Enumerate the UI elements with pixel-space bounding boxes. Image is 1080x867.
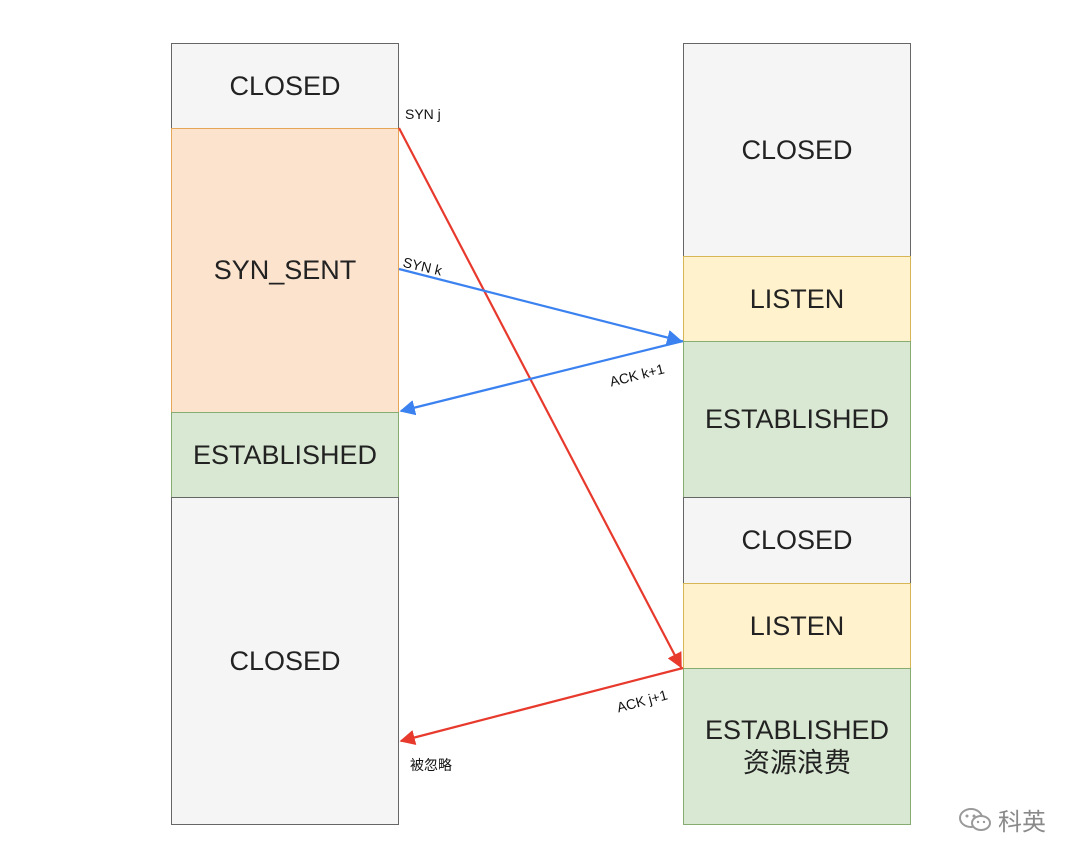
wechat-icon	[959, 807, 991, 831]
message-arrows	[398, 127, 684, 745]
syn-j-label: SYN j	[405, 106, 441, 122]
syn-k-arrow	[398, 267, 683, 346]
ignored-label: 被忽略	[410, 757, 452, 773]
watermark-text: 科英	[998, 808, 1046, 836]
watermark: 科英	[958, 802, 1046, 837]
syn-j-arrow	[398, 127, 682, 669]
